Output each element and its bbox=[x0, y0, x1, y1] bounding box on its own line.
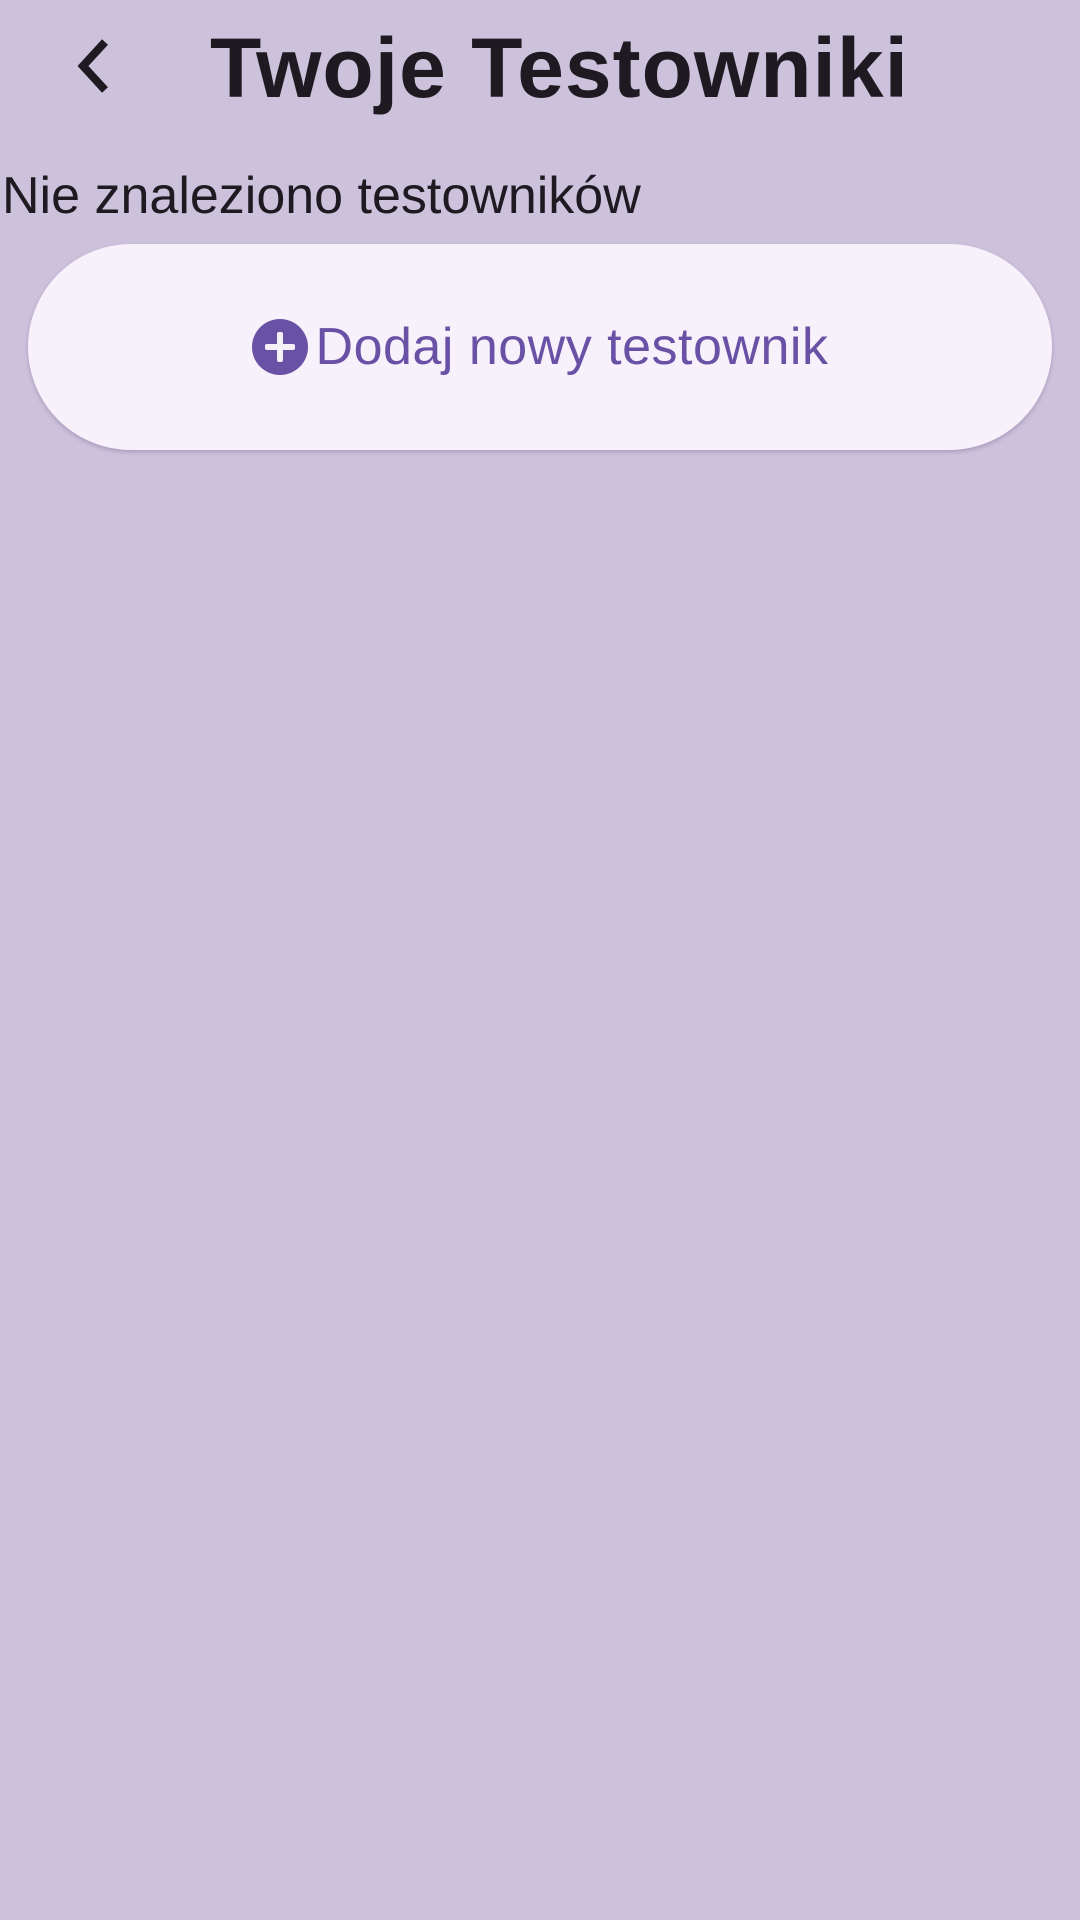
back-button[interactable] bbox=[60, 20, 130, 116]
top-app-bar: Twoje Testowniki bbox=[0, 0, 1080, 140]
page-title: Twoje Testowniki bbox=[210, 21, 909, 115]
add-new-testownik-button[interactable]: Dodaj nowy testownik bbox=[28, 244, 1052, 450]
add-circle-icon bbox=[251, 319, 308, 375]
add-button-label: Dodaj nowy testownik bbox=[315, 318, 829, 376]
empty-state-message: Nie znaleziono testowników bbox=[2, 167, 641, 225]
chevron-left-icon bbox=[71, 36, 119, 101]
